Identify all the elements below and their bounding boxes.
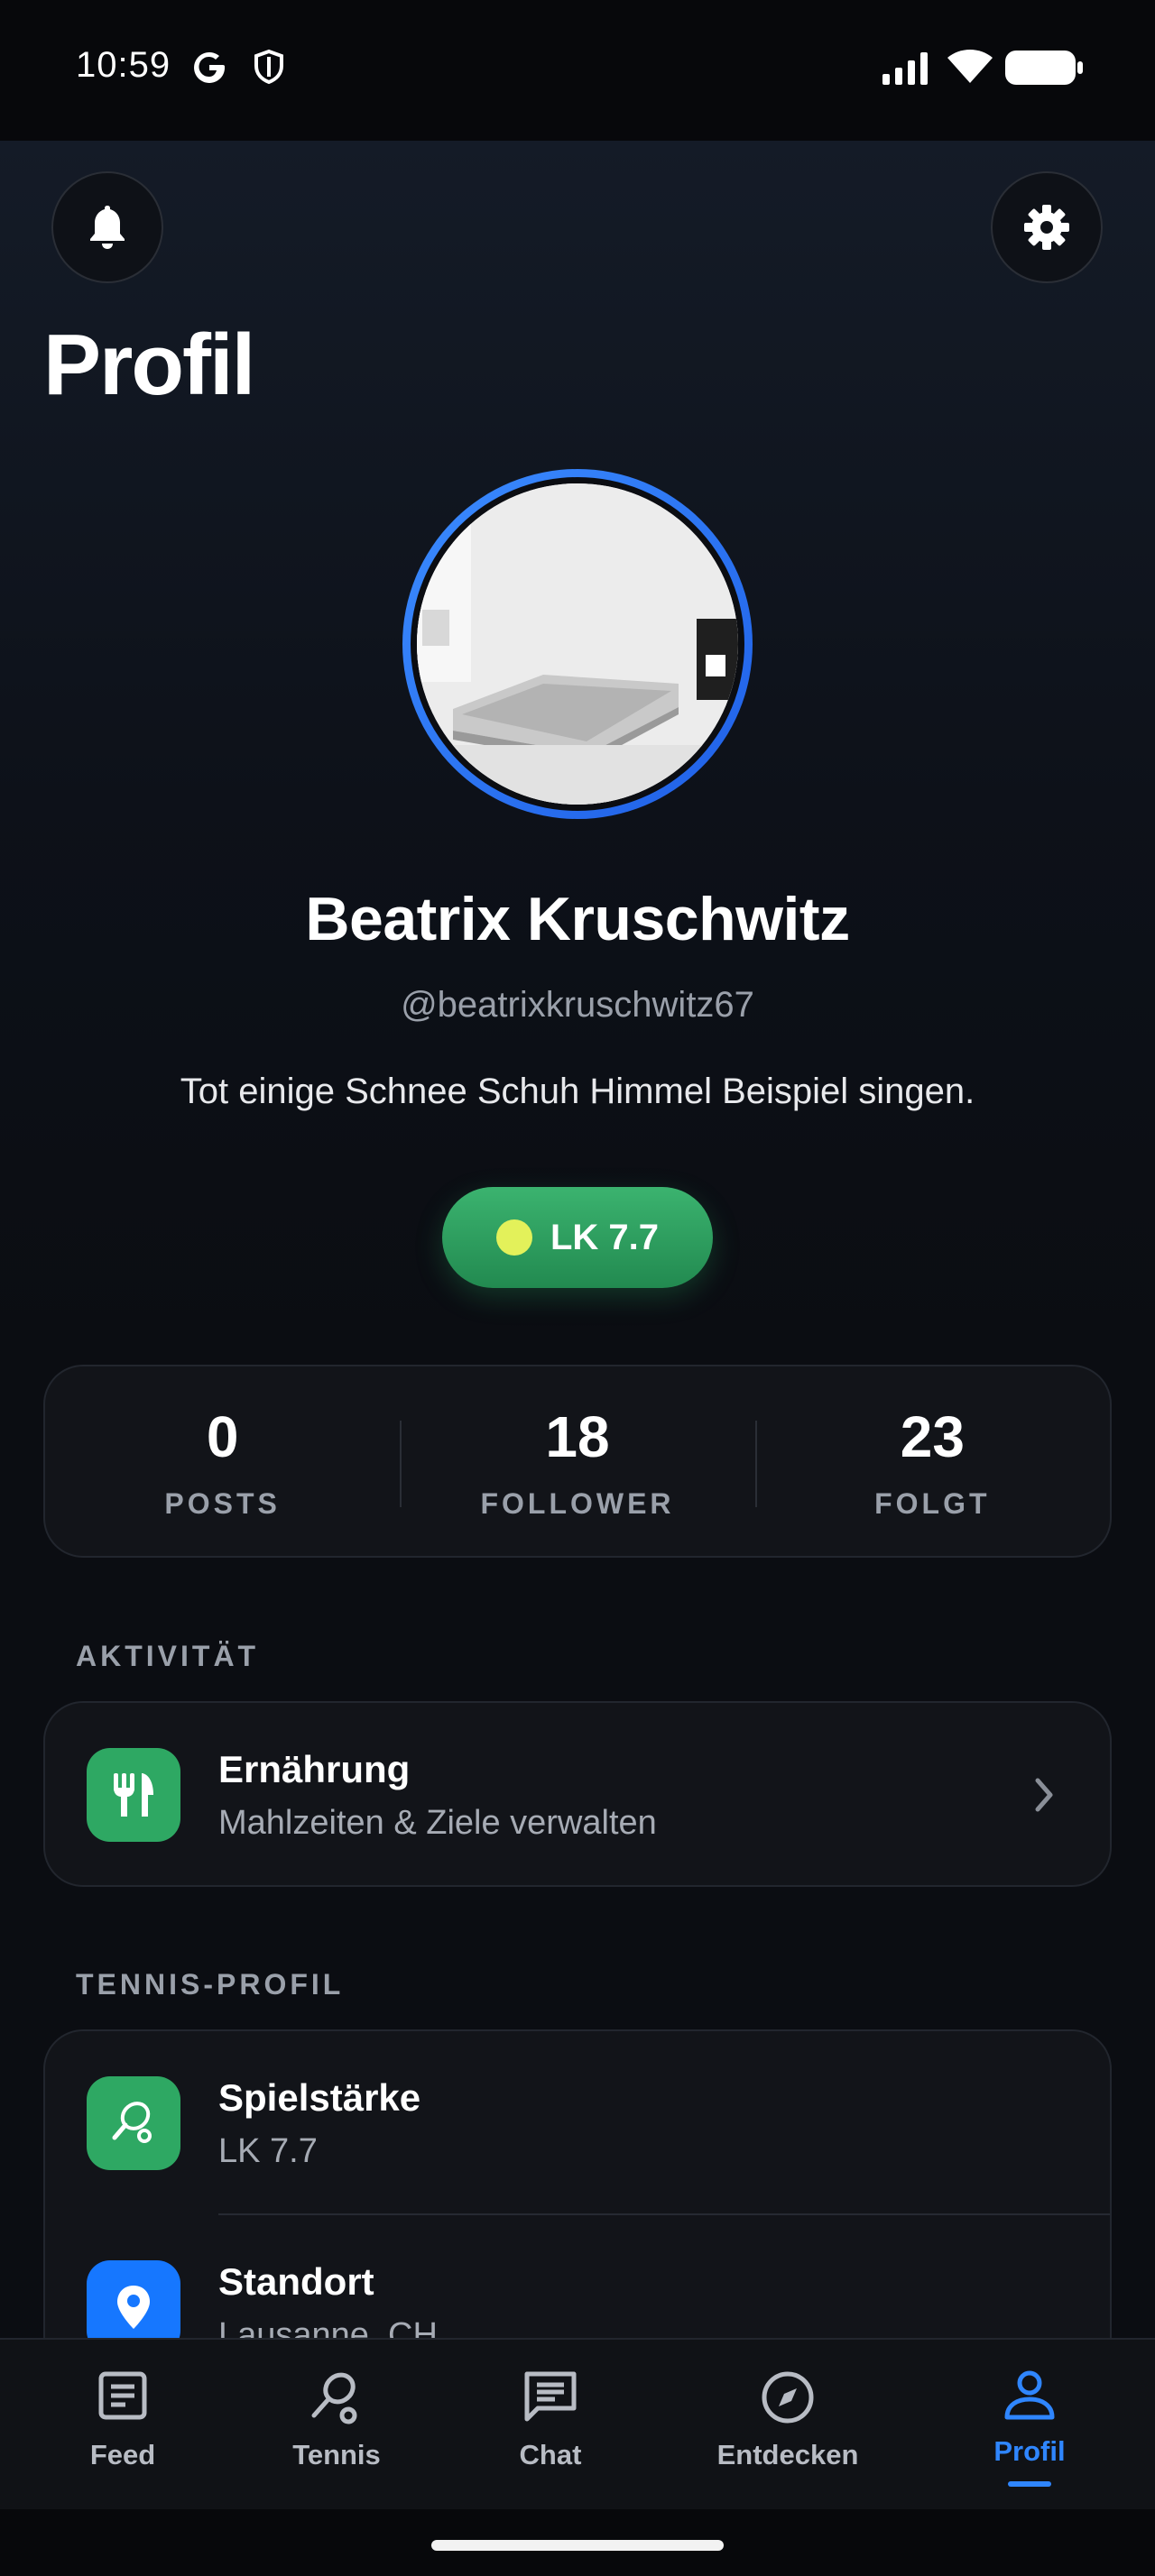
settings-button[interactable]: [991, 171, 1103, 283]
avatar-photo: [417, 483, 738, 805]
person-icon: [1004, 2370, 1055, 2420]
nav-label: Feed: [89, 2439, 156, 2470]
stat-label: FOLGT: [874, 1487, 991, 1520]
home-indicator[interactable]: [431, 2540, 724, 2551]
avatar-ring: [411, 477, 744, 811]
chevron-right-icon: [1035, 1778, 1053, 1812]
status-bar: 10:59: [0, 0, 1155, 141]
bell-icon: [90, 206, 125, 249]
racket-icon: [311, 2372, 357, 2424]
notifications-button[interactable]: [51, 171, 163, 283]
nav-item-profile[interactable]: Profil: [957, 2340, 1102, 2511]
nav-label: Tennis: [292, 2439, 381, 2470]
fork-knife-icon: [87, 1748, 180, 1842]
racket-icon: [87, 2076, 180, 2170]
battery-icon: [1005, 51, 1083, 85]
list-item-skill[interactable]: Spielstärke LK 7.7: [45, 2031, 1110, 2215]
nav-item-tennis[interactable]: Tennis: [264, 2340, 409, 2511]
page-title: Profil: [43, 317, 255, 413]
row-subtitle: LK 7.7: [218, 2132, 318, 2170]
feed-icon: [98, 2371, 147, 2420]
stat-following[interactable]: 23 FOLGT: [754, 1366, 1110, 1556]
stat-label: FOLLOWER: [480, 1487, 675, 1520]
nav-label: Chat: [519, 2439, 582, 2470]
compass-icon: [762, 2371, 814, 2424]
google-icon: [194, 51, 226, 83]
list-item-nutrition[interactable]: Ernährung Mahlzeiten & Ziele verwalten: [45, 1703, 1110, 1885]
lk-badge-label: LK 7.7: [550, 1217, 660, 1257]
profile-name: Beatrix Kruschwitz: [305, 885, 850, 953]
activity-card: Ernährung Mahlzeiten & Ziele verwalten: [43, 1701, 1112, 1887]
row-title: Standort: [218, 2260, 374, 2303]
profile-handle: @beatrixkruschwitz67: [401, 985, 754, 1025]
row-subtitle: Mahlzeiten & Ziele verwalten: [218, 1804, 657, 1842]
signal-icon: [882, 52, 928, 85]
nav-item-discover[interactable]: Entdecken: [698, 2340, 878, 2511]
nav-label: Entdecken: [716, 2439, 859, 2470]
nav-item-chat[interactable]: Chat: [478, 2340, 623, 2511]
chat-icon: [524, 2371, 577, 2422]
stat-followers[interactable]: 18 FOLLOWER: [400, 1366, 754, 1556]
shield-icon: [254, 49, 283, 85]
nav-label: Profil: [993, 2435, 1066, 2467]
stat-posts[interactable]: 0 POSTS: [45, 1366, 400, 1556]
gesture-bar: [0, 2509, 1155, 2576]
stat-value: 18: [545, 1404, 610, 1469]
active-indicator: [1008, 2481, 1051, 2487]
stat-value: 0: [206, 1404, 239, 1469]
avatar[interactable]: [402, 469, 753, 819]
profile-bio: Tot einige Schnee Schuh Himmel Beispiel …: [180, 1072, 975, 1111]
status-time: 10:59: [76, 45, 171, 85]
profile-screen: 10:59 Profil Beatrix Kruschwitz @beatrix…: [0, 0, 1155, 2576]
row-title: Spielstärke: [218, 2076, 421, 2119]
row-title: Ernährung: [218, 1748, 411, 1790]
gear-icon: [1024, 205, 1069, 250]
section-label-tennis: TENNIS-PROFIL: [76, 1968, 345, 2001]
stats-card: 0 POSTS 18 FOLLOWER 23 FOLGT: [43, 1365, 1112, 1558]
bottom-nav: Feed Tennis Chat Entdecken Profil: [0, 2338, 1155, 2509]
lk-badge[interactable]: LK 7.7: [442, 1187, 713, 1288]
stat-label: POSTS: [164, 1487, 281, 1520]
section-label-activity: AKTIVITÄT: [76, 1640, 260, 1672]
nav-item-feed[interactable]: Feed: [51, 2340, 195, 2511]
tennis-ball-icon: [495, 1219, 532, 1256]
stat-value: 23: [900, 1404, 965, 1469]
wifi-icon: [947, 50, 993, 83]
